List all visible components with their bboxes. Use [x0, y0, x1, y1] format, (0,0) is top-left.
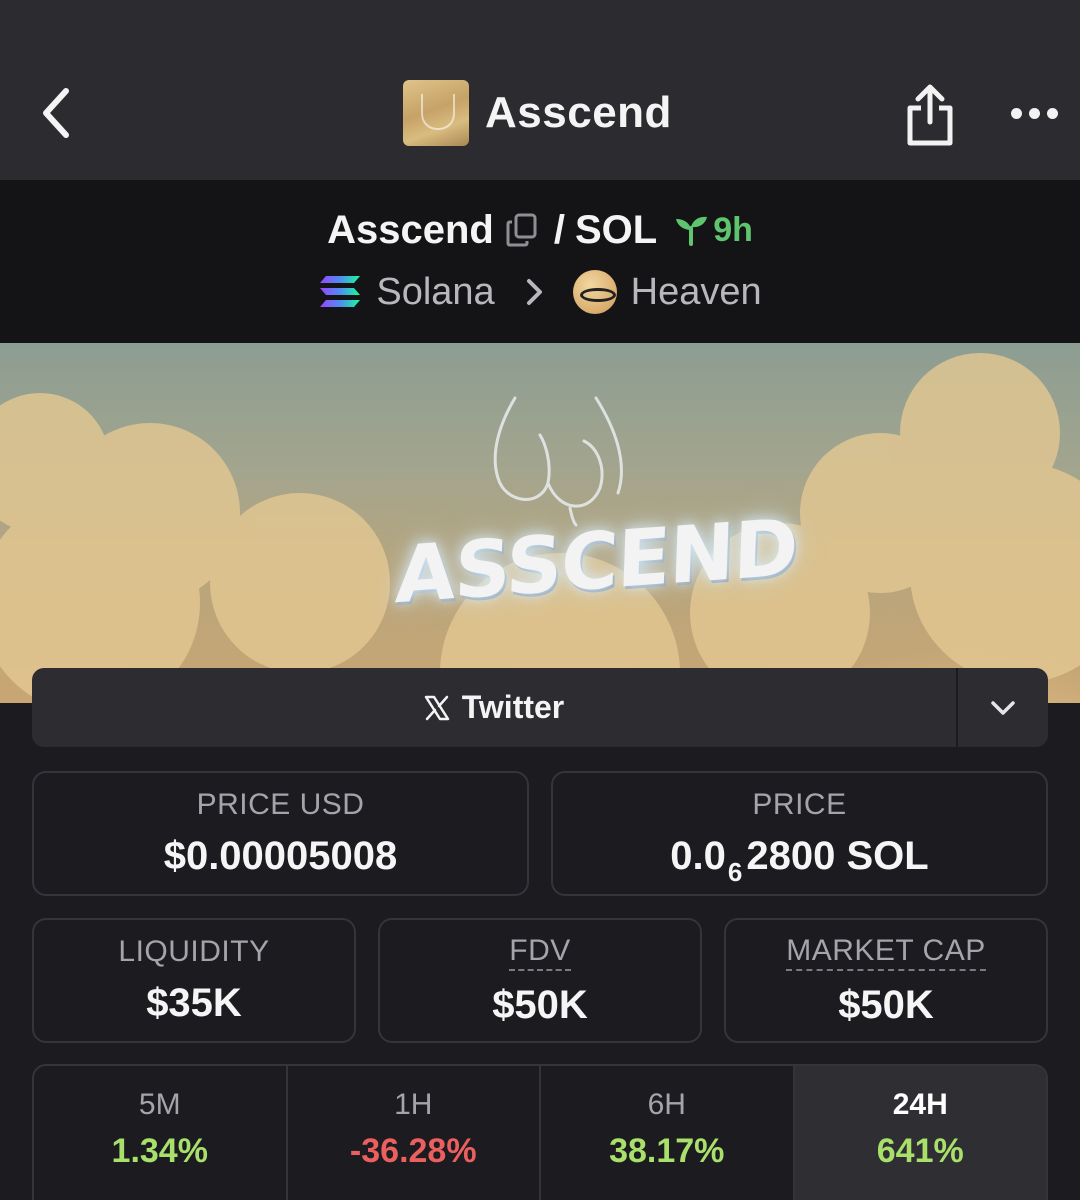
solana-logo — [320, 276, 361, 307]
liquidity-label: LIQUIDITY — [118, 935, 270, 968]
pair-age: 9h — [713, 210, 753, 249]
heaven-logo — [572, 270, 617, 314]
price-native-card: PRICE 0.06 2800 SOL — [551, 771, 1048, 896]
tab-6h[interactable]: 6H 38.17% — [541, 1066, 795, 1200]
chevron-left-icon — [43, 88, 69, 138]
pair-title: Asscend / SOL 9h — [0, 205, 1080, 255]
more-horizontal-icon — [1010, 107, 1022, 119]
token-logo — [403, 80, 469, 146]
social-dropdown-button[interactable] — [958, 668, 1048, 747]
price-native-label: PRICE — [752, 788, 847, 821]
more-dot — [1028, 107, 1040, 119]
social-links-bar: Twitter — [32, 668, 1048, 747]
price-usd-card: PRICE USD $0.00005008 — [32, 771, 529, 896]
chevron-right-icon — [526, 279, 542, 305]
page-title-group: Asscend — [403, 80, 672, 146]
twitter-label: Twitter — [461, 689, 565, 725]
price-native-value: 0.06 2800 SOL — [670, 834, 929, 887]
price-usd-value: $0.00005008 — [163, 834, 398, 878]
timeframe-change: 38.17% — [609, 1132, 725, 1170]
back-button[interactable] — [30, 85, 80, 141]
chain-name[interactable]: Solana — [376, 271, 494, 314]
copy-icon[interactable] — [506, 213, 538, 247]
fdv-value: $50K — [492, 982, 588, 1027]
tab-1h[interactable]: 1H -36.28% — [288, 1066, 541, 1200]
chevron-down-icon — [991, 700, 1015, 715]
token-pair-page: Asscend Asscend / SOL 9h Solana Heaven A… — [0, 0, 1080, 1200]
price-usd-label: PRICE USD — [196, 788, 365, 821]
fdv-card[interactable]: FDV $50K — [378, 918, 702, 1043]
timeframe-change: -36.28% — [349, 1132, 477, 1170]
sprout-icon — [676, 216, 708, 246]
more-options-button[interactable] — [1005, 95, 1063, 131]
fdv-label[interactable]: FDV — [509, 934, 571, 971]
timeframe-change: 1.34% — [111, 1132, 208, 1170]
timeframe-label: 24H — [892, 1088, 948, 1121]
page-title: Asscend — [485, 88, 672, 137]
price-native-suffix: 2800 SOL — [746, 834, 929, 878]
share-button[interactable] — [900, 80, 960, 150]
price-native-prefix: 0.0 — [670, 834, 726, 878]
liquidity-card: LIQUIDITY $35K — [32, 918, 356, 1043]
base-token-name: Asscend — [327, 207, 494, 252]
timeframe-label: 5M — [138, 1088, 181, 1121]
price-native-zero-count: 6 — [727, 857, 743, 887]
x-logo-icon — [424, 695, 449, 720]
timeframe-change: 641% — [876, 1132, 964, 1170]
pair-age-badge: 9h — [673, 211, 753, 250]
twitter-button[interactable]: Twitter — [32, 668, 956, 747]
timeframe-tabs: 5M 1.34% 1H -36.28% 6H 38.17% 24H 641% — [32, 1064, 1048, 1200]
market-cap-label[interactable]: MARKET CAP — [786, 934, 986, 971]
tab-5m[interactable]: 5M 1.34% — [34, 1066, 288, 1200]
timeframe-label: 6H — [647, 1088, 686, 1121]
tab-24h[interactable]: 24H 641% — [794, 1066, 1046, 1200]
pair-separator: / — [553, 207, 565, 252]
liquidity-value: $35K — [146, 981, 242, 1025]
chain-breadcrumb: Solana Heaven — [0, 266, 1080, 318]
share-icon — [907, 84, 953, 146]
timeframe-label: 1H — [394, 1088, 433, 1121]
more-dot — [1046, 107, 1058, 119]
market-cap-value: $50K — [838, 982, 934, 1027]
quote-token-name: SOL — [574, 207, 658, 252]
dex-name[interactable]: Heaven — [631, 271, 762, 314]
top-navigation-bar: Asscend — [0, 0, 1080, 180]
market-cap-card[interactable]: MARKET CAP $50K — [724, 918, 1048, 1043]
